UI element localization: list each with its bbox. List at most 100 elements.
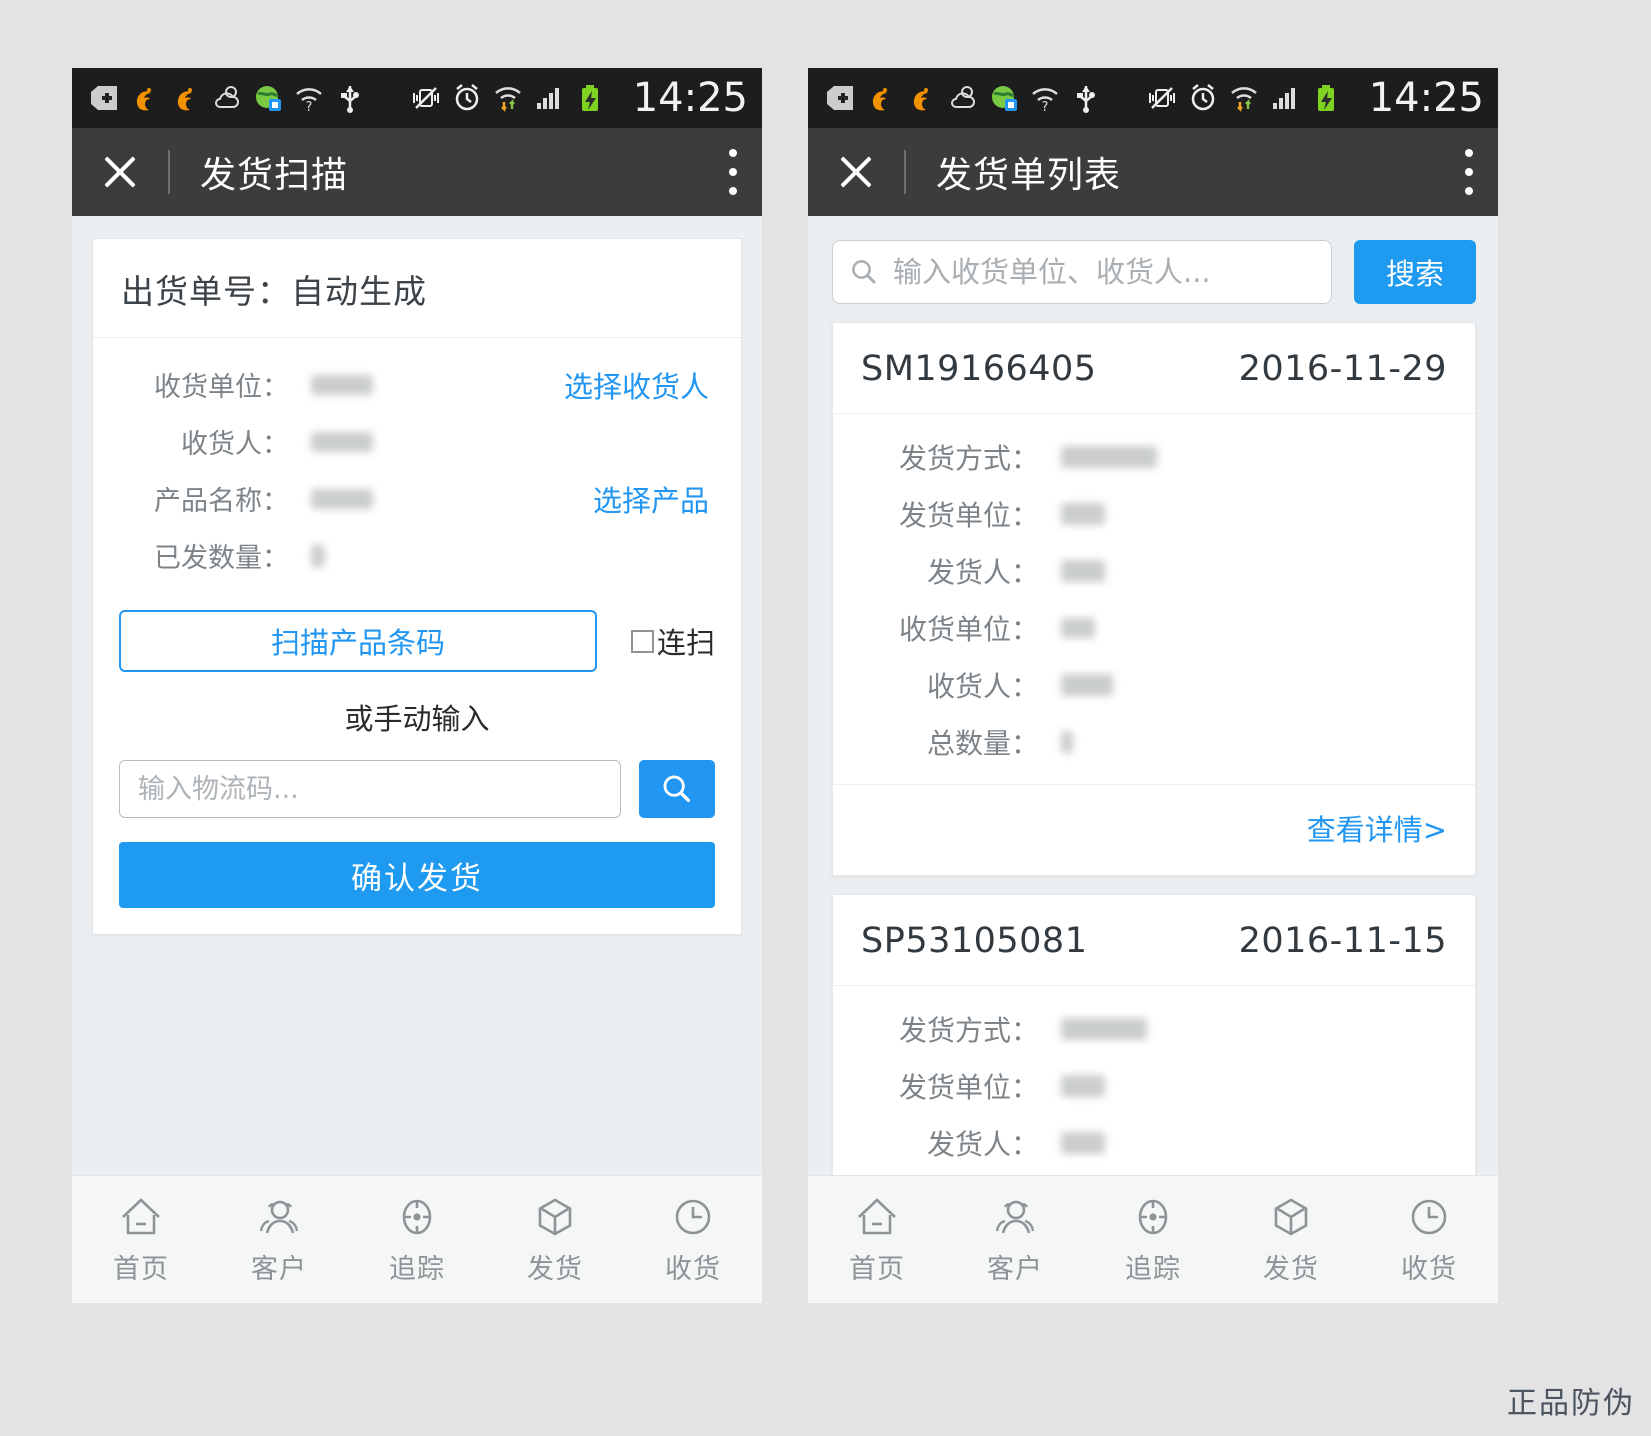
continuous-scan-label: 连扫: [657, 626, 716, 660]
sd-card-plus-icon: [91, 86, 117, 110]
scan-product-barcode-button[interactable]: 扫描产品条码: [119, 610, 597, 672]
status-icons-left: ?: [88, 82, 627, 114]
title-bar-left: 发货扫描: [72, 128, 762, 216]
tab-label: 首页: [849, 1254, 905, 1285]
row-label: 发货方式：: [898, 1013, 1039, 1047]
order-row-receiver-company: 收货单位：: [833, 599, 1475, 656]
order-row-ship-company: 发货单位：: [833, 485, 1475, 542]
confirm-shipment-button[interactable]: 确认发货: [119, 842, 715, 908]
overflow-menu-icon[interactable]: [728, 149, 738, 195]
redaction-block: [1061, 1017, 1147, 1040]
redaction-block: [311, 431, 373, 452]
order-card-body: 发货方式： 发货单位： 发货人： 收货单位：: [833, 414, 1475, 784]
redaction-block: [1061, 445, 1157, 468]
search-field[interactable]: [832, 240, 1332, 304]
continuous-scan-toggle[interactable]: 连扫: [631, 620, 715, 662]
title-divider: [168, 150, 170, 194]
location-map-icon: [256, 86, 281, 111]
ship-box-icon: [1274, 1198, 1308, 1236]
receive-clock-icon: [1411, 1199, 1447, 1235]
redaction-block: [311, 374, 373, 395]
search-input[interactable]: [893, 255, 1315, 289]
row-value-redacted: [1039, 445, 1157, 468]
watermark-label: 正品防伪: [1507, 1386, 1635, 1421]
left-content: 出货单号：自动生成 收货单位： 选择收货人 收货人： 产品名称： 选择产品 已发…: [72, 216, 762, 1175]
order-row-receiver-company: 收货单位：: [833, 1171, 1475, 1175]
status-bar-left: ? 14:25: [72, 68, 762, 128]
status-clock: 14:25: [1368, 75, 1484, 121]
redaction-block: [1061, 730, 1073, 753]
order-card[interactable]: SP53105081 2016-11-15 发货方式： 发货单位： 发货人：: [832, 894, 1476, 1175]
row-value-redacted: [1039, 502, 1105, 525]
row-label: 收货单位：: [898, 612, 1039, 646]
uc-browser-icon: [136, 88, 151, 111]
row-label: 发货方式：: [898, 441, 1039, 475]
select-receiver-link[interactable]: 选择收货人: [564, 370, 709, 404]
row-value-redacted: [1039, 673, 1113, 696]
overflow-menu-icon[interactable]: [1464, 149, 1474, 195]
tab-receiving[interactable]: 收货: [1360, 1193, 1498, 1286]
tab-label: 客户: [251, 1254, 307, 1285]
ship-box-icon: [538, 1198, 572, 1236]
tab-receiving[interactable]: 收货: [624, 1193, 762, 1286]
wifi-question-icon: ?: [296, 88, 322, 114]
bottom-tab-bar-right: 首页 客户 追踪 发货 收货: [808, 1175, 1498, 1303]
logistics-search-button[interactable]: [639, 760, 715, 818]
right-content: 搜索 SM19166405 2016-11-29 发货方式： 发货单位：: [808, 216, 1498, 1175]
row-label: 收货人：: [926, 669, 1039, 703]
tab-shipping[interactable]: 发货: [1222, 1193, 1360, 1286]
shipping-form-card: 出货单号：自动生成 收货单位： 选择收货人 收货人： 产品名称： 选择产品 已发…: [92, 238, 742, 935]
customers-icon: [995, 1200, 1035, 1234]
row-label: 发货单位：: [898, 1070, 1039, 1104]
row-value-redacted: [1039, 1131, 1105, 1154]
tab-home[interactable]: 首页: [808, 1193, 946, 1286]
cellular-signal-icon: [537, 88, 559, 109]
checkbox-icon[interactable]: [631, 629, 654, 653]
uc-browser-icon: [177, 88, 192, 111]
close-icon[interactable]: [834, 150, 878, 194]
vibrate-off-icon: [413, 87, 439, 109]
order-row-ship-method: 发货方式：: [833, 428, 1475, 485]
tab-track[interactable]: 追踪: [1084, 1193, 1222, 1286]
svg-text:?: ?: [306, 100, 313, 114]
weather-cloud-icon: [951, 86, 975, 108]
vibrate-off-icon: [1149, 87, 1175, 109]
field-label: 产品名称：: [154, 486, 289, 517]
row-value-redacted: [1039, 1017, 1147, 1040]
order-card[interactable]: SM19166405 2016-11-29 发货方式： 发货单位： 发货人： 收…: [832, 322, 1476, 876]
weather-cloud-icon: [215, 86, 239, 108]
order-row-shipper: 发货人：: [833, 1114, 1475, 1171]
order-row-shipper: 发货人：: [833, 542, 1475, 599]
phone-screen-shipping-scan: ? 14:25 发货扫描 出货单号：自动生成 收货单位： 选择收货人 收货人： …: [72, 68, 762, 1303]
redaction-block: [1061, 559, 1105, 582]
status-clock: 14:25: [632, 75, 748, 121]
tab-customers[interactable]: 客户: [946, 1193, 1084, 1286]
bottom-tab-bar-left: 首页 客户 追踪 发货 收货: [72, 1175, 762, 1303]
order-row-ship-method: 发货方式：: [833, 1000, 1475, 1057]
usb-icon: [1077, 86, 1095, 113]
alarm-clock-icon: [455, 84, 479, 111]
home-icon: [858, 1198, 896, 1235]
row-label: 发货单位：: [898, 498, 1039, 532]
search-button[interactable]: 搜索: [1354, 240, 1476, 304]
shipping-order-number: 出货单号：自动生成: [93, 239, 741, 338]
uc-browser-icon: [872, 88, 887, 111]
row-label: 发货人：: [926, 1127, 1039, 1161]
order-card-header: SP53105081 2016-11-15: [833, 895, 1475, 986]
close-icon[interactable]: [98, 150, 142, 194]
tab-label: 客户: [987, 1254, 1043, 1285]
view-detail-link[interactable]: 查看详情>: [1307, 813, 1447, 847]
tab-shipping[interactable]: 发货: [486, 1193, 624, 1286]
redaction-block: [1061, 1131, 1105, 1154]
tab-home[interactable]: 首页: [72, 1193, 210, 1286]
tab-label: 发货: [527, 1254, 583, 1285]
select-product-link[interactable]: 选择产品: [593, 484, 709, 518]
tab-label: 收货: [665, 1254, 721, 1285]
logistics-code-row: [119, 760, 715, 818]
tab-track[interactable]: 追踪: [348, 1193, 486, 1286]
logistics-code-input[interactable]: [119, 760, 621, 818]
title-bar-right: 发货单列表: [808, 128, 1498, 216]
tab-customers[interactable]: 客户: [210, 1193, 348, 1286]
order-date: 2016-11-29: [1238, 349, 1447, 389]
order-card-body: 发货方式： 发货单位： 发货人： 收货单位：: [833, 986, 1475, 1175]
